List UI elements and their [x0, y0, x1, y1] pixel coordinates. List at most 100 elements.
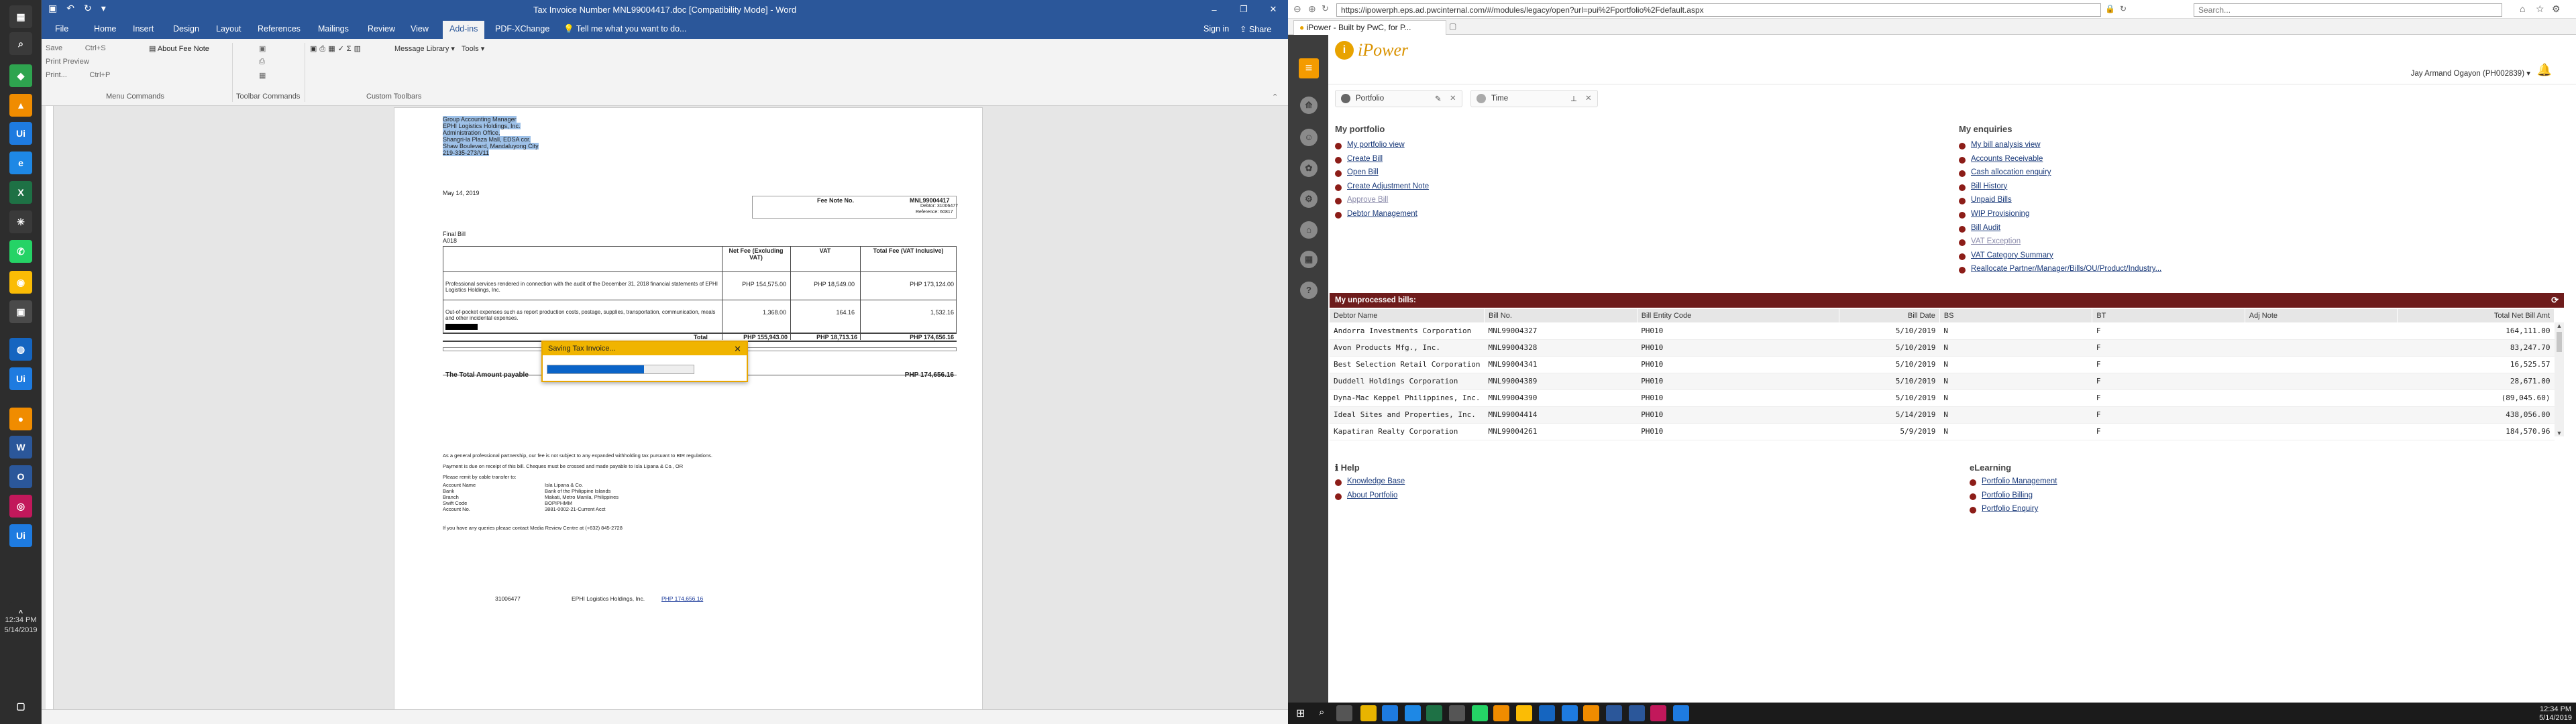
- tab-design[interactable]: Design: [173, 24, 199, 34]
- col-bill-date[interactable]: Bill Date: [1839, 309, 1940, 322]
- custom-toolbar-icons[interactable]: ▣⎙▦✓Σ▥: [310, 44, 364, 54]
- table-row[interactable]: Best Selection Retail Corporation MNL9900…: [1330, 356, 2555, 373]
- tab-pdf-xchange[interactable]: PDF-XChange: [495, 24, 549, 34]
- chrome-icon[interactable]: ◉: [9, 271, 32, 294]
- library-icon[interactable]: ▦: [1300, 251, 1318, 268]
- app-icon-grey[interactable]: ▣: [9, 300, 32, 323]
- col-bill-no[interactable]: Bill No.: [1484, 309, 1638, 322]
- notification-bell-icon[interactable]: 🔔: [2537, 63, 2552, 77]
- link-bill-analysis[interactable]: My bill analysis view: [1959, 141, 2161, 155]
- link-approve-bill[interactable]: Approve Bill: [1335, 196, 1429, 210]
- toolbar-preview-icon[interactable]: ▦: [259, 71, 266, 80]
- restore-icon[interactable]: ❐: [1229, 0, 1258, 19]
- table-row[interactable]: Ideal Sites and Properties, Inc. MNL99004…: [1330, 406, 2555, 424]
- home-icon[interactable]: ⌂: [2520, 3, 2525, 14]
- scroll-up-icon[interactable]: ▲: [2555, 322, 2564, 329]
- uipath-icon-2[interactable]: [1562, 705, 1578, 721]
- sign-in-link[interactable]: Sign in: [1203, 24, 1229, 34]
- edge-icon[interactable]: e: [9, 152, 32, 174]
- outlook-icon[interactable]: [1629, 705, 1645, 721]
- link-vat-exception[interactable]: VAT Exception: [1959, 237, 2161, 251]
- pill-portfolio[interactable]: Portfolio ✎ ✕: [1335, 90, 1462, 107]
- col-bill-entity-code[interactable]: Bill Entity Code: [1637, 309, 1840, 322]
- menu-save[interactable]: Save Ctrl+S: [46, 44, 106, 52]
- settings-icon[interactable]: [1449, 705, 1465, 721]
- tab-mailings[interactable]: Mailings: [318, 24, 349, 34]
- col-debtor-name[interactable]: Debtor Name: [1330, 309, 1485, 322]
- uipath-icon[interactable]: Ui: [9, 122, 32, 145]
- toolbar-save-icon[interactable]: ▣: [259, 44, 266, 53]
- file-explorer-icon[interactable]: [1360, 705, 1377, 721]
- message-library-menu[interactable]: Message Library ▾: [394, 44, 455, 53]
- search-icon[interactable]: ⌕: [9, 32, 32, 55]
- forward-icon[interactable]: ⊕: [1308, 3, 1316, 15]
- tools-menu[interactable]: Tools ▾: [462, 44, 484, 53]
- app-icon-pink[interactable]: [1650, 705, 1666, 721]
- link-portfolio-management[interactable]: Portfolio Management: [1970, 477, 2057, 491]
- whatsapp-icon[interactable]: [1472, 705, 1488, 721]
- excel-icon[interactable]: [1426, 705, 1442, 721]
- app-icon-pink[interactable]: ◎: [9, 495, 32, 518]
- ipower-logo[interactable]: i iPower: [1335, 40, 1408, 60]
- outlook-icon[interactable]: O: [9, 465, 32, 488]
- uipath-icon-3[interactable]: Ui: [9, 524, 32, 547]
- app-launcher-icon[interactable]: ▦: [9, 5, 32, 28]
- word-icon[interactable]: W: [9, 436, 32, 459]
- app-icon-green[interactable]: ◆: [9, 64, 32, 87]
- menu-print-preview[interactable]: Print Preview: [46, 58, 89, 66]
- chrome-icon[interactable]: [1516, 705, 1532, 721]
- lock-icon[interactable]: 🔒: [2105, 4, 2115, 13]
- app-icon-orange[interactable]: [1493, 705, 1509, 721]
- link-knowledge-base[interactable]: Knowledge Base: [1335, 477, 1405, 491]
- gear-icon[interactable]: ⚙: [2552, 3, 2561, 15]
- uipath-icon-3[interactable]: [1673, 705, 1689, 721]
- col-bt[interactable]: BT: [2092, 309, 2245, 322]
- link-my-portfolio-view[interactable]: My portfolio view: [1335, 141, 1429, 155]
- browser-search-input[interactable]: [2194, 3, 2502, 17]
- collapse-ribbon-icon[interactable]: ⌃: [1272, 93, 1278, 101]
- reload-icon[interactable]: ↻: [2120, 4, 2127, 13]
- settings-icon[interactable]: ✳: [9, 210, 32, 233]
- whatsapp-icon[interactable]: ✆: [9, 240, 32, 263]
- col-bs[interactable]: BS: [1939, 309, 2093, 322]
- link-bill-audit[interactable]: Bill Audit: [1959, 224, 2161, 238]
- table-row[interactable]: Avon Products Mfg., Inc. MNL99004328 PH010…: [1330, 339, 2555, 357]
- pill-time[interactable]: Time ⊥ ✕: [1470, 90, 1598, 107]
- browser-tab-ipower[interactable]: ● iPower - Built by PwC, for P...: [1293, 20, 1446, 35]
- link-about-portfolio[interactable]: About Portfolio: [1335, 491, 1405, 505]
- network-icon[interactable]: [1539, 705, 1555, 721]
- app-icon-active[interactable]: ●: [9, 408, 32, 430]
- uipath-icon-2[interactable]: Ui: [9, 367, 32, 390]
- link-cash-allocation[interactable]: Cash allocation enquiry: [1959, 168, 2161, 182]
- tab-references[interactable]: References: [258, 24, 301, 34]
- task-view-icon[interactable]: [1336, 705, 1352, 721]
- pin-icon[interactable]: ✎: [1435, 94, 1442, 103]
- network-icon[interactable]: ◍: [9, 338, 32, 361]
- refresh-icon[interactable]: ↻: [1322, 3, 1329, 14]
- col-adj-note[interactable]: Adj Note: [2245, 309, 2398, 322]
- tab-review[interactable]: Review: [368, 24, 395, 34]
- about-fee-note-button[interactable]: ▤ About Fee Note: [149, 44, 209, 53]
- tab-layout[interactable]: Layout: [216, 24, 241, 34]
- close-icon[interactable]: ✕: [1258, 0, 1288, 19]
- back-icon[interactable]: ⊖: [1293, 3, 1301, 15]
- link-vat-category-summary[interactable]: VAT Category Summary: [1959, 251, 2161, 265]
- tab-addins[interactable]: Add-ins: [443, 21, 485, 39]
- link-portfolio-billing[interactable]: Portfolio Billing: [1970, 491, 2057, 505]
- hamburger-menu-icon[interactable]: ≡: [1299, 58, 1319, 78]
- menu-print[interactable]: Print... Ctrl+P: [46, 71, 110, 79]
- link-create-bill[interactable]: Create Bill: [1335, 155, 1429, 169]
- excel-icon[interactable]: X: [9, 181, 32, 204]
- tab-insert[interactable]: Insert: [133, 24, 154, 34]
- link-bill-history[interactable]: Bill History: [1959, 182, 2161, 196]
- people-icon[interactable]: ☺: [1300, 129, 1318, 146]
- col-total-net-bill-amt[interactable]: Total Net Bill Amt: [2397, 309, 2555, 322]
- tag-icon[interactable]: ⌂: [1300, 221, 1318, 239]
- link-unpaid-bills[interactable]: Unpaid Bills: [1959, 196, 2161, 210]
- link-debtor-management[interactable]: Debtor Management: [1335, 210, 1429, 224]
- tab-home[interactable]: Home: [94, 24, 116, 34]
- notification-icon[interactable]: ▢: [9, 695, 32, 717]
- address-bar[interactable]: https://ipowerph.eps.ad.pwcinternal.com/…: [1336, 3, 2101, 17]
- scroll-down-icon[interactable]: ▼: [2555, 430, 2564, 436]
- share-button[interactable]: ⇪ Share: [1240, 24, 1271, 34]
